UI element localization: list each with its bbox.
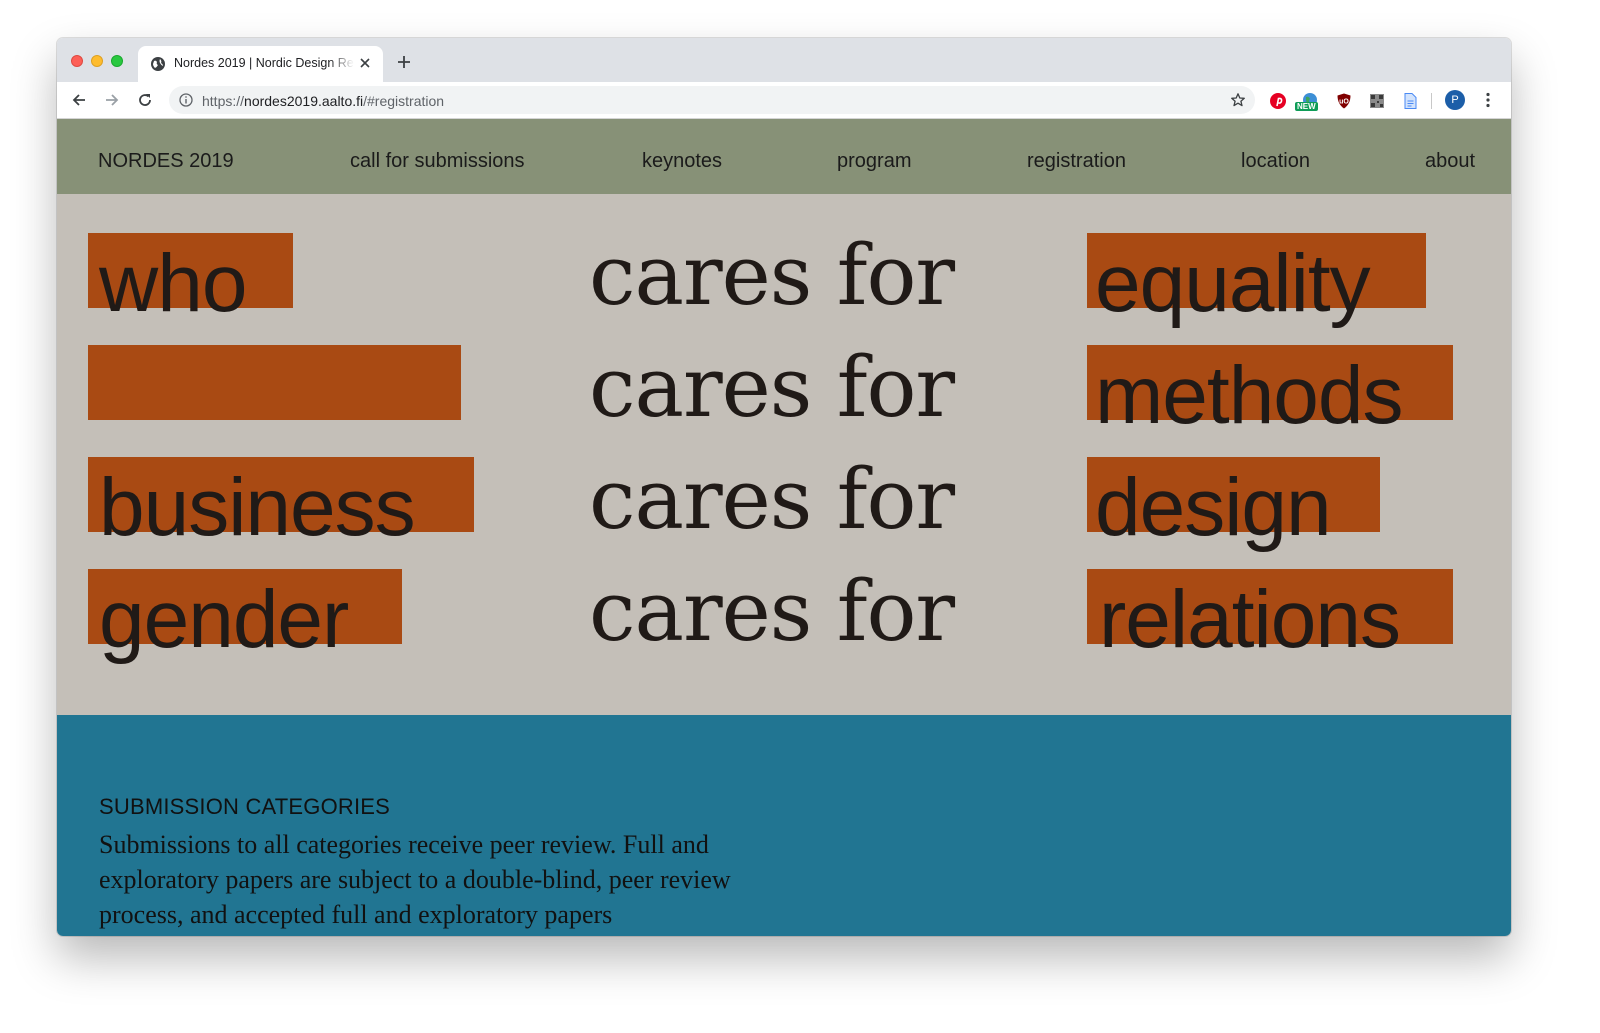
active-tab[interactable]: Nordes 2019 | Nordic Design Research: [138, 46, 383, 82]
tab-title: Nordes 2019 | Nordic Design Research: [174, 56, 354, 70]
hero-word-design: design: [1095, 462, 1332, 553]
address-bar[interactable]: https://nordes2019.aalto.fi/#registratio…: [169, 86, 1255, 114]
nav-link-keynotes[interactable]: keynotes: [642, 150, 722, 173]
hero-word-methods: methods: [1095, 350, 1404, 441]
hero-cares-for: cares for: [589, 451, 955, 548]
section-heading: SUBMISSION CATEGORIES: [99, 794, 391, 819]
submission-section: SUBMISSION CATEGORIES Submissions to all…: [57, 715, 1511, 936]
docs-icon[interactable]: [1401, 92, 1419, 110]
nav-link-location[interactable]: location: [1241, 150, 1310, 173]
url-scheme: https://: [202, 93, 245, 109]
url-path: /#registration: [363, 93, 445, 109]
hero-word-relations: relations: [1099, 574, 1401, 665]
hero-cares-for: cares for: [589, 339, 955, 436]
forward-icon[interactable]: [103, 91, 121, 109]
nav-link-program[interactable]: program: [837, 150, 911, 173]
reload-icon[interactable]: [136, 91, 154, 109]
url-text[interactable]: https://nordes2019.aalto.fi/#registratio…: [202, 93, 444, 109]
bookmark-star-icon[interactable]: [1230, 92, 1246, 108]
hero-word-gender: gender: [99, 574, 349, 665]
url-host: nordes2019.aalto.fi: [244, 93, 364, 109]
hero-word-equality: equality: [1095, 238, 1371, 329]
close-tab-icon[interactable]: [357, 55, 373, 71]
new-extension-icon[interactable]: NEW: [1295, 92, 1319, 111]
nav-link-about[interactable]: about: [1425, 150, 1475, 173]
hero-word-business: business: [99, 462, 416, 553]
tab-strip: Nordes 2019 | Nordic Design Research: [57, 38, 1511, 82]
minimize-window-button[interactable]: [91, 55, 103, 67]
new-tab-icon[interactable]: [396, 54, 412, 70]
hero-cares-for: cares for: [589, 227, 955, 324]
qr-code-icon[interactable]: [1368, 92, 1386, 110]
back-icon[interactable]: [70, 91, 88, 109]
globe-icon: [151, 57, 165, 71]
site-nav: NORDES 2019 call for submissions keynote…: [57, 119, 1511, 194]
new-badge: NEW: [1295, 102, 1318, 111]
maximize-window-button[interactable]: [111, 55, 123, 67]
browser-toolbar: https://nordes2019.aalto.fi/#registratio…: [57, 82, 1511, 119]
hero-word-who: who: [99, 238, 247, 329]
highlight-empty: [88, 345, 461, 420]
pinterest-icon[interactable]: [1269, 92, 1287, 110]
site-brand-link[interactable]: NORDES 2019: [98, 150, 234, 173]
toolbar-divider: [1431, 93, 1432, 109]
profile-avatar[interactable]: P: [1445, 90, 1465, 110]
ublock-icon[interactable]: uO: [1335, 92, 1353, 110]
hero-cares-for: cares for: [589, 563, 955, 660]
browser-window: Nordes 2019 | Nordic Design Research: [57, 38, 1511, 936]
menu-kebab-icon[interactable]: [1479, 91, 1497, 109]
hero-banner: who cares for equality cares for methods…: [57, 194, 1511, 715]
nav-link-call-for-submissions[interactable]: call for submissions: [350, 150, 525, 173]
nav-link-registration[interactable]: registration: [1027, 150, 1126, 173]
info-icon[interactable]: [179, 93, 193, 107]
svg-text:uO: uO: [1339, 99, 1349, 106]
section-body-text: Submissions to all categories receive pe…: [99, 830, 731, 929]
page-content: NORDES 2019 call for submissions keynote…: [57, 119, 1511, 936]
close-window-button[interactable]: [71, 55, 83, 67]
